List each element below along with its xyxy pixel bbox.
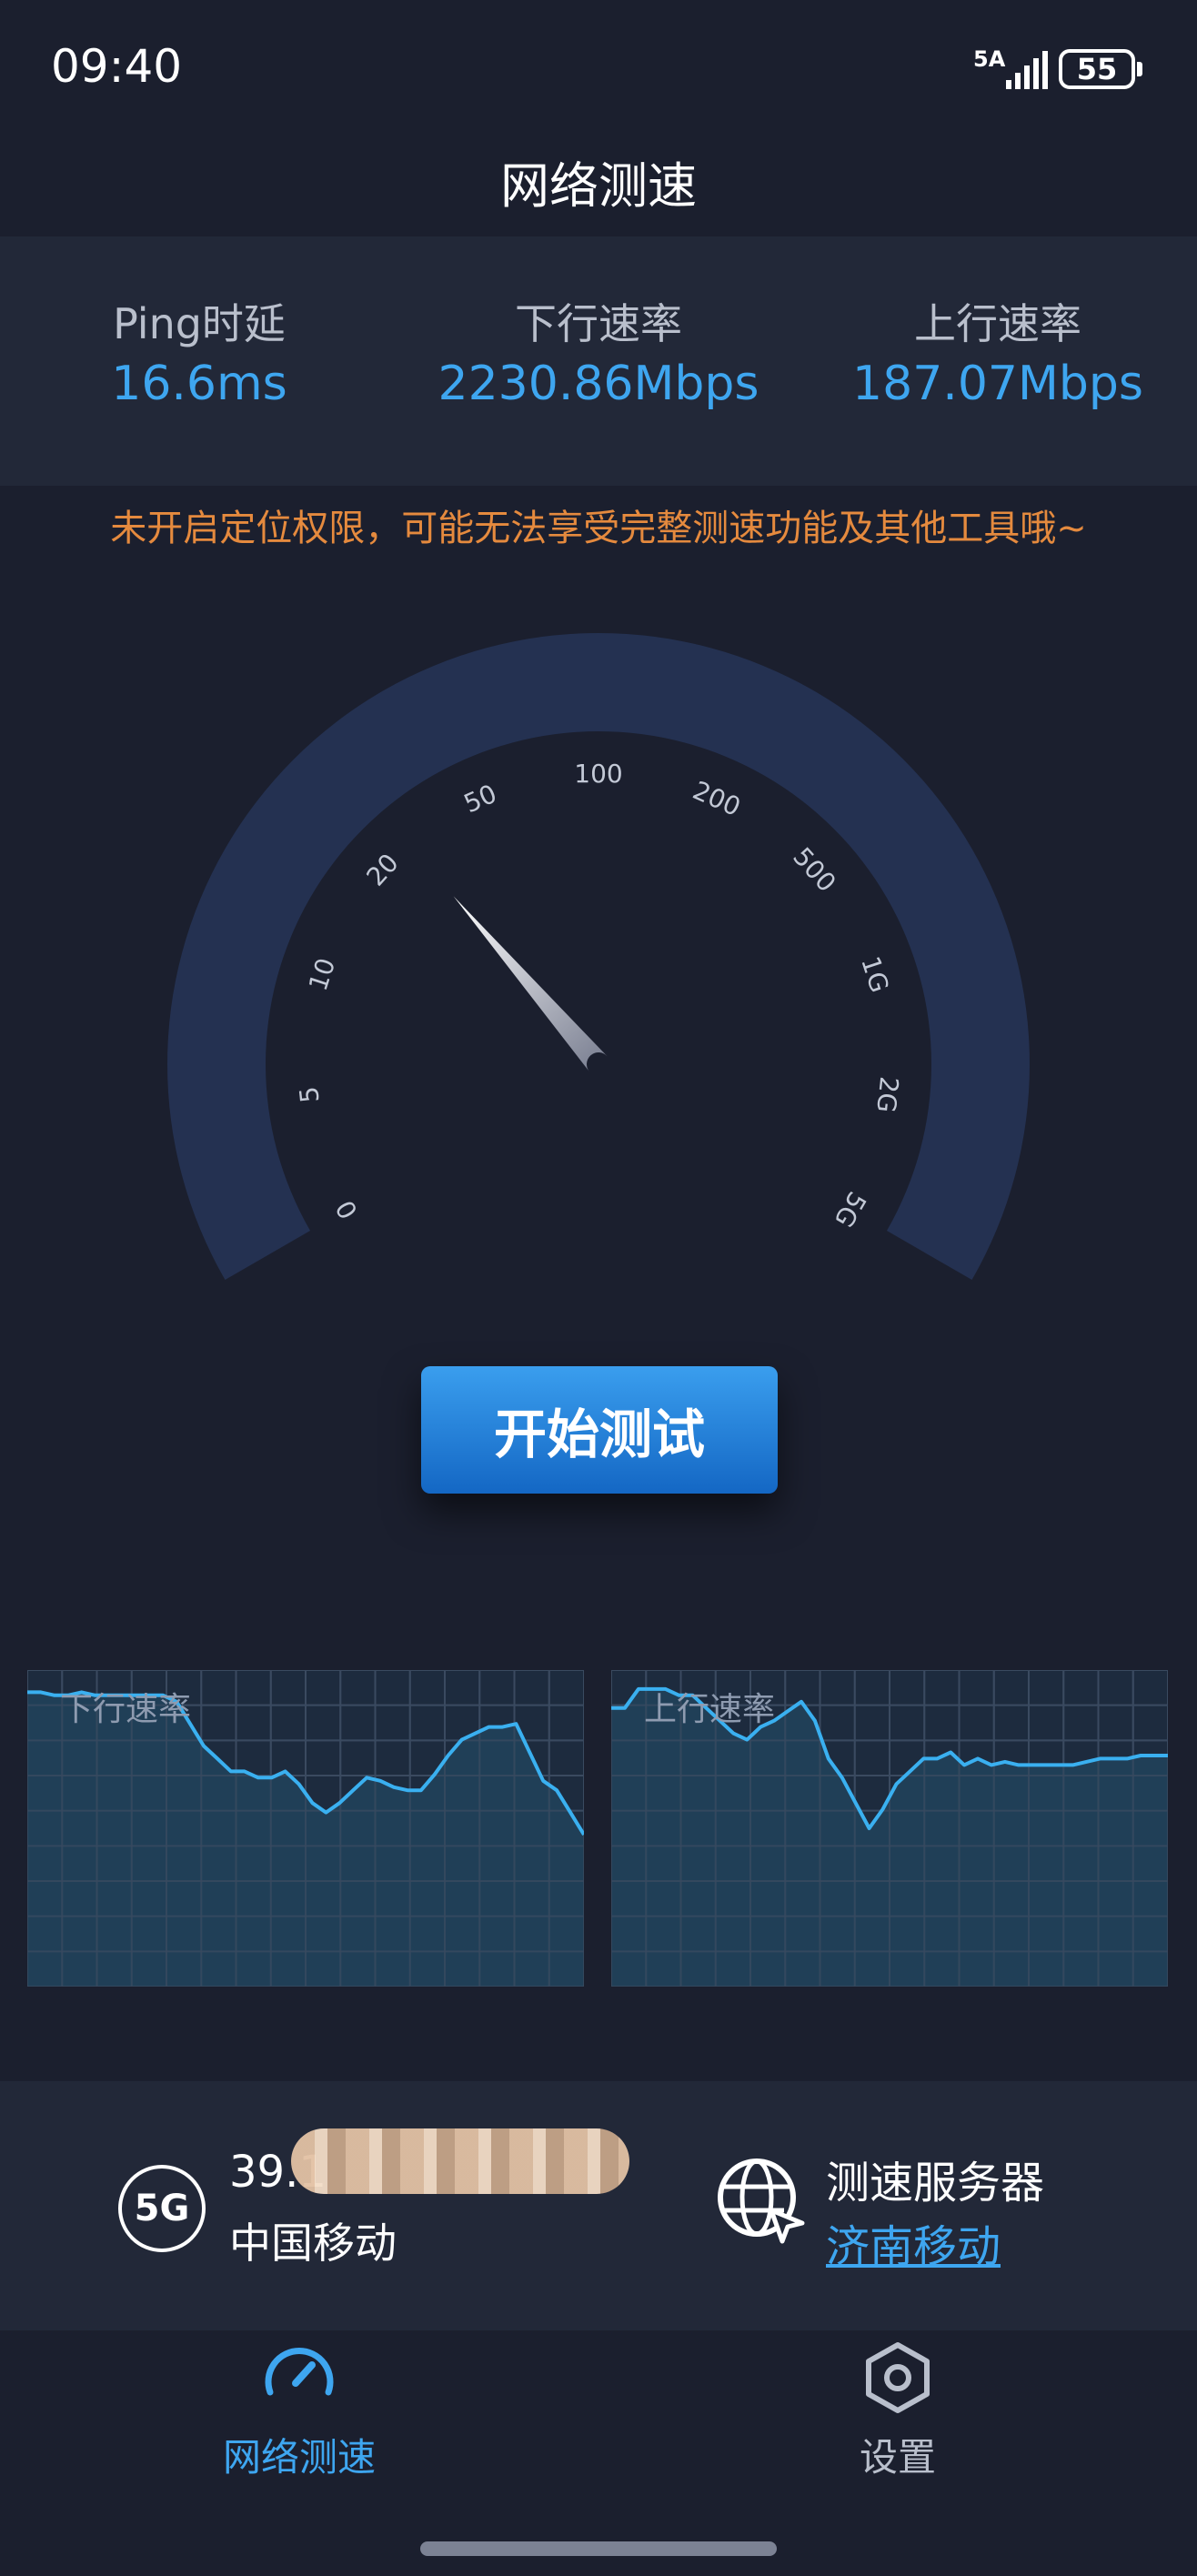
gauge-tick-label: 10 [303, 954, 341, 994]
download-chart: 下行速率 [26, 1669, 586, 1987]
speed-gauge: 0 5 10 20 50 100 200 500 1G 2G 5G [166, 632, 1030, 1280]
gauge-tick-label: 2G [870, 1075, 904, 1114]
globe-icon[interactable] [715, 2154, 806, 2245]
gauge-tick-label: 0 [330, 1195, 364, 1224]
upload-chart-label: 上行速率 [644, 1691, 776, 1728]
metric-label: 下行速率 [515, 299, 682, 348]
hexagon-settings-icon [866, 2342, 930, 2413]
metric-upload: 上行速率 187.07Mbps [799, 291, 1197, 411]
status-time: 09:40 [51, 40, 183, 93]
gauge-tick-label: 100 [574, 759, 622, 789]
gauge-tick-label: 5 [294, 1085, 326, 1104]
tab-settings[interactable]: 设置 [761, 2340, 1034, 2482]
tab-label: 设置 [859, 2435, 936, 2480]
metric-value: 16.6ms [111, 357, 287, 411]
5g-badge-icon: 5G [118, 2165, 206, 2252]
upload-chart: 上行速率 [610, 1669, 1169, 1987]
gauge-tick-label: 1G [855, 952, 895, 996]
metric-ping: Ping时延 16.6ms [0, 291, 398, 411]
gauge-tick-label: 200 [689, 775, 745, 822]
start-test-button[interactable]: 开始测试 [421, 1366, 778, 1494]
speedometer-icon [265, 2348, 334, 2396]
gauge-tick-label: 20 [360, 848, 404, 892]
ip-redaction-mask [291, 2128, 629, 2194]
battery-icon: 55 [1059, 49, 1135, 89]
server-label: 测速服务器 [826, 2158, 1045, 2209]
gauge-tick-label: 5G [829, 1186, 872, 1233]
metric-value: 187.07Mbps [852, 357, 1143, 411]
signal-icon [1006, 51, 1048, 89]
metrics-panel: Ping时延 16.6ms 下行速率 2230.86Mbps 上行速率 187.… [0, 236, 1197, 486]
battery-tip [1137, 62, 1142, 76]
gauge-arc [166, 632, 1030, 1280]
page-title: 网络测速 [500, 157, 697, 215]
metric-label: Ping时延 [113, 299, 286, 348]
gauge-tick-label: 500 [787, 841, 841, 898]
metric-value: 2230.86Mbps [438, 357, 759, 411]
gauge-tick-label: 50 [459, 779, 501, 820]
location-permission-warning[interactable]: 未开启定位权限，可能无法享受完整测速功能及其他工具哦~ [0, 498, 1197, 551]
download-chart-label: 下行速率 [60, 1691, 192, 1728]
network-type-label: 5A [973, 46, 1006, 72]
gauge-band [166, 632, 1030, 1280]
tab-speed-test[interactable]: 网络测速 [163, 2340, 436, 2482]
gauge-needle-shape [453, 896, 608, 1072]
metric-label: 上行速率 [914, 299, 1081, 348]
carrier-name: 中国移动 [229, 2219, 397, 2268]
metric-download: 下行速率 2230.86Mbps [399, 291, 798, 411]
gauge-needle [453, 896, 608, 1072]
gauge-ticks: 0 5 10 20 50 100 200 500 1G 2G 5G [294, 759, 904, 1233]
tab-label: 网络测速 [222, 2435, 376, 2480]
home-indicator[interactable] [420, 2541, 777, 2556]
server-select-link[interactable]: 济南移动 [826, 2210, 1001, 2274]
